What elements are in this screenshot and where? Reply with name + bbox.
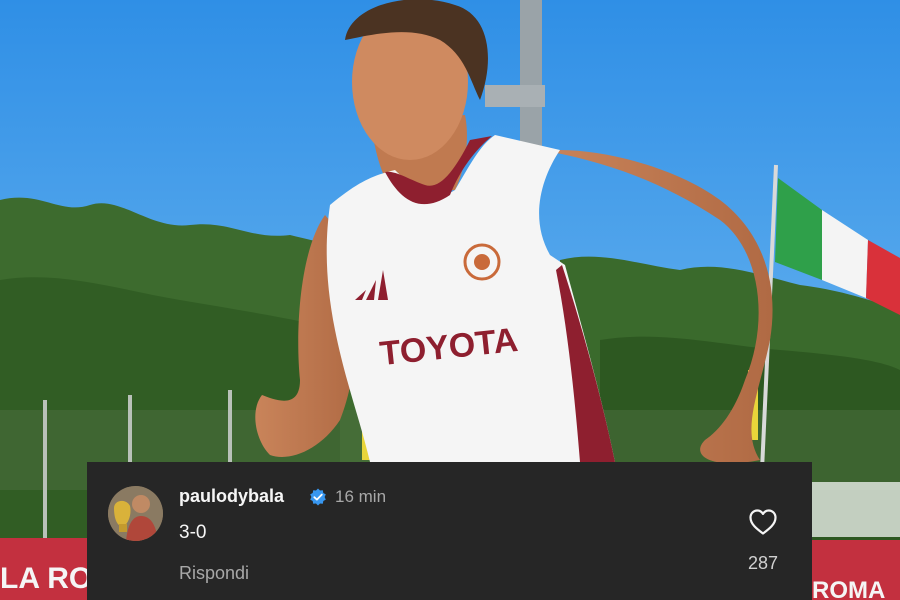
comment-card: paulodybala 16 min 3-0 Rispondi 287 [87, 462, 812, 600]
comment-text: 3-0 [179, 522, 207, 543]
comment-username[interactable]: paulodybala [179, 486, 284, 507]
comment-timestamp: 16 min [335, 487, 387, 506]
verified-badge-icon [310, 488, 326, 506]
heart-outline-icon[interactable] [748, 508, 778, 536]
reply-button[interactable]: Rispondi [179, 563, 249, 584]
avatar[interactable] [108, 486, 163, 541]
like-count: 287 [747, 553, 779, 573]
banner-right-text: ROMA [812, 577, 885, 600]
